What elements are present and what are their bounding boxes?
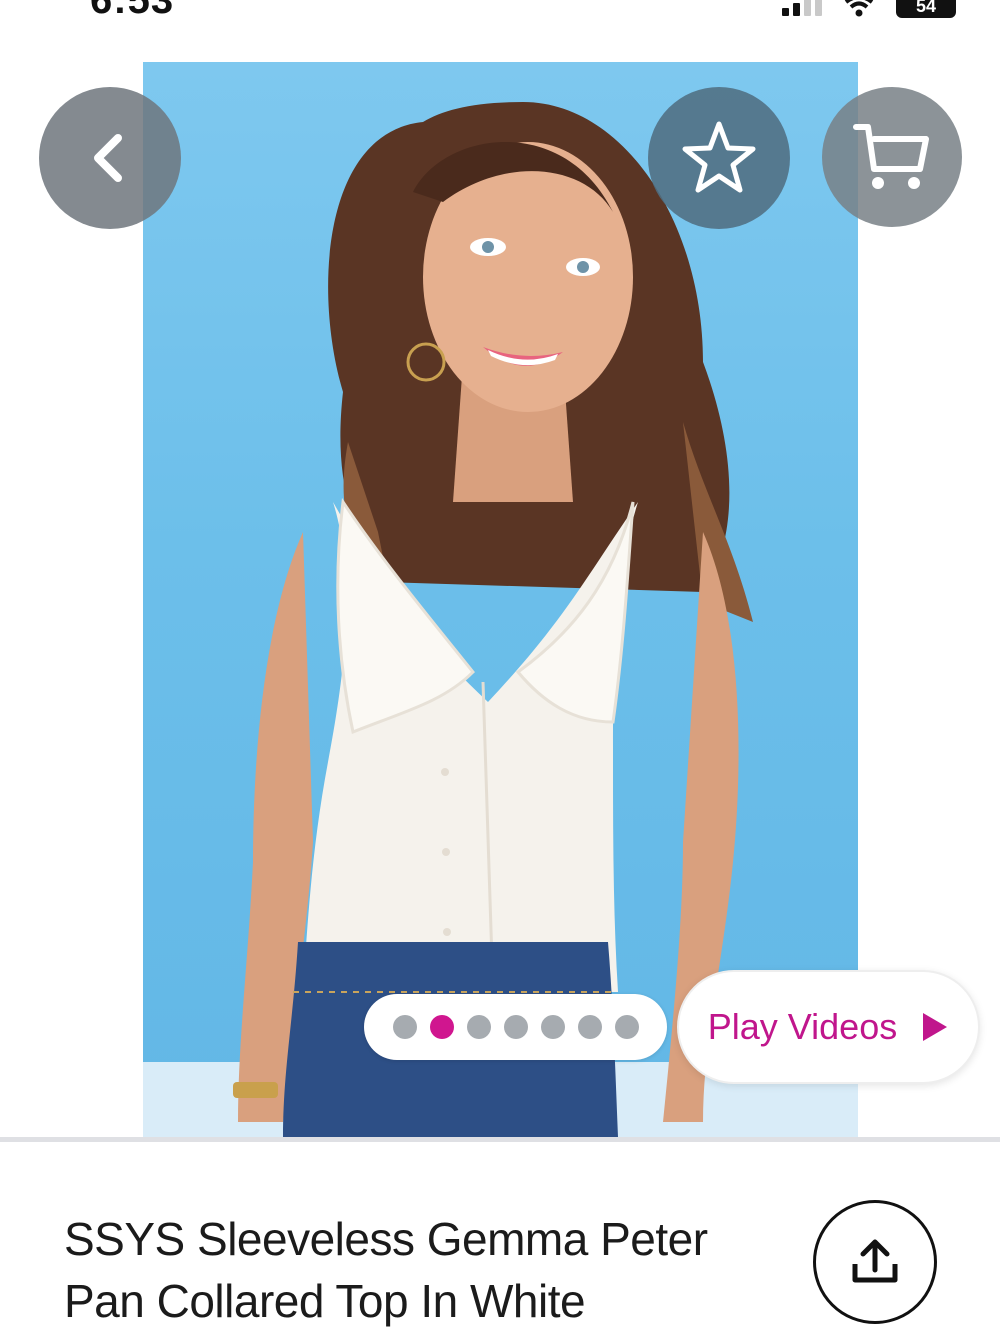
carousel-dot[interactable] — [392, 1015, 417, 1039]
carousel-dot[interactable] — [577, 1015, 602, 1039]
favorite-button[interactable] — [648, 87, 790, 229]
carousel-dot[interactable] — [503, 1015, 528, 1039]
shopping-cart-icon — [853, 124, 929, 189]
back-button[interactable] — [39, 87, 181, 229]
section-divider — [0, 1137, 1000, 1142]
carousel-dot[interactable] — [466, 1015, 491, 1039]
star-outline-icon — [682, 121, 756, 193]
cart-button[interactable] — [822, 87, 962, 227]
play-videos-button[interactable]: Play Videos — [677, 970, 980, 1084]
product-title-line-1: SSYS Sleeveless Gemma Peter — [64, 1213, 708, 1265]
product-title: SSYS Sleeveless Gemma Peter Pan Collared… — [64, 1208, 804, 1332]
product-title-line-2: Pan Collared Top In White — [64, 1275, 586, 1327]
status-icons: 54 — [782, 0, 956, 20]
play-triangle-icon — [923, 1013, 948, 1041]
signal-icon — [782, 0, 822, 16]
carousel-dot[interactable] — [614, 1015, 639, 1039]
battery-indicator: 54 — [896, 0, 956, 18]
carousel-dots — [364, 994, 667, 1060]
wifi-icon — [844, 0, 874, 17]
carousel-dot[interactable] — [540, 1015, 565, 1039]
chevron-left-icon — [94, 134, 122, 182]
play-videos-label: Play Videos — [707, 1006, 898, 1047]
share-upload-icon — [852, 1239, 898, 1283]
status-time: 6:53 — [90, 0, 175, 22]
share-button[interactable] — [813, 1200, 937, 1324]
carousel-dot-active[interactable] — [429, 1015, 454, 1039]
